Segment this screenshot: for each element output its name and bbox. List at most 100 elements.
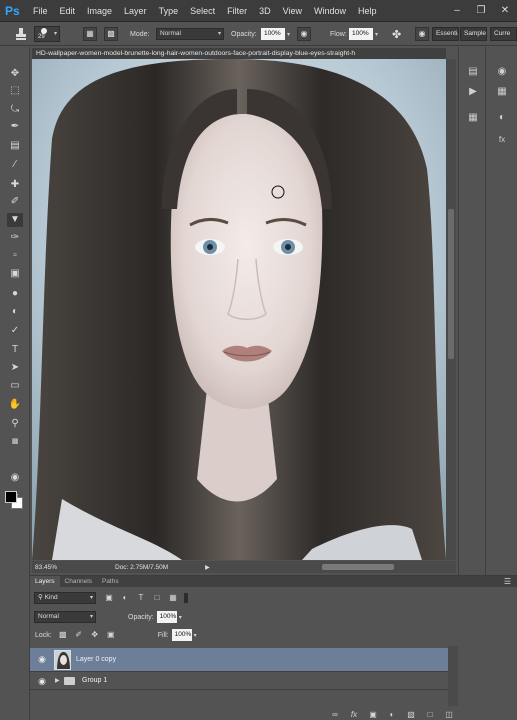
adjustment-layer-icon[interactable]: ◐ (387, 710, 397, 720)
zoom-level[interactable]: 83.45% (35, 564, 81, 571)
add-mask-icon[interactable]: ▣ (368, 710, 378, 720)
toggle-clone-source-icon[interactable]: ▩ (104, 27, 118, 41)
pressure-opacity-icon[interactable]: ◉ (297, 27, 311, 41)
filter-type-icon[interactable]: T (136, 593, 146, 603)
tab-layers[interactable]: Layers (30, 576, 60, 587)
path-selection-tool-icon[interactable]: ➤ (7, 361, 23, 375)
hand-tool-icon[interactable]: ✋ (7, 398, 23, 412)
zoom-tool-icon[interactable]: ⚲ (7, 417, 23, 431)
fill-input[interactable]: 100% (171, 629, 192, 641)
workspace-current-button[interactable]: Curre (490, 27, 517, 41)
blur-tool-icon[interactable]: ● (7, 287, 23, 301)
lock-position-icon[interactable]: ✥ (90, 630, 100, 640)
filter-toggle-icon[interactable] (184, 593, 188, 603)
layers-scrollbar[interactable] (448, 646, 458, 706)
eye-icon[interactable]: ◉ (37, 676, 47, 686)
menu-edit[interactable]: Edit (60, 6, 76, 16)
rectangle-tool-icon[interactable]: ▭ (7, 379, 23, 393)
menu-3d[interactable]: 3D (259, 6, 271, 16)
chevron-down-icon[interactable]: ▾ (375, 31, 378, 38)
layer-name[interactable]: Group 1 (82, 672, 107, 690)
workspace-samples-button[interactable]: Samples (460, 27, 487, 41)
menu-select[interactable]: Select (190, 6, 215, 16)
menu-help[interactable]: Help (358, 6, 377, 16)
filter-adjustment-icon[interactable]: ◐ (120, 593, 130, 603)
brush-tool-icon[interactable]: ✐ (7, 195, 23, 209)
menu-view[interactable]: View (283, 6, 302, 16)
clone-source-panel-icon[interactable]: ▦ (465, 111, 481, 125)
layer-name[interactable]: Layer 0 copy (76, 648, 116, 672)
eye-icon[interactable]: ◉ (37, 654, 47, 664)
healing-brush-tool-icon[interactable]: ✚ (7, 178, 23, 192)
clone-stamp-tool-icon[interactable]: ▼ (7, 213, 23, 227)
toggle-brush-panel-icon[interactable]: ▦ (83, 27, 97, 41)
eyedropper-tool-icon[interactable]: ⁄ (7, 158, 23, 172)
quick-select-tool-icon[interactable]: ✒ (7, 120, 23, 134)
lasso-tool-icon[interactable]: ⤿ (7, 103, 23, 117)
canvas-vertical-scrollbar[interactable] (446, 59, 456, 560)
canvas-horizontal-scrollbar[interactable] (322, 564, 394, 570)
layer-style-icon[interactable]: fx (349, 710, 359, 720)
actions-panel-icon[interactable]: ▶ (465, 85, 481, 99)
workspace-essentials-button[interactable]: Essentials (432, 27, 459, 41)
adjustments-panel-icon[interactable]: ◐ (494, 111, 510, 125)
restore-icon[interactable]: ❐ (473, 3, 489, 18)
dodge-tool-icon[interactable]: ◐ (7, 305, 23, 319)
styles-panel-icon[interactable]: fx (494, 133, 510, 147)
minimize-icon[interactable]: – (449, 3, 465, 18)
move-tool-icon[interactable]: ✥ (7, 67, 23, 81)
blend-mode-dropdown[interactable]: Normal ▾ (34, 611, 96, 623)
menu-image[interactable]: Image (87, 6, 112, 16)
clone-stamp-preset-icon[interactable] (14, 26, 28, 42)
menu-file[interactable]: File (33, 6, 48, 16)
menu-window[interactable]: Window (314, 6, 346, 16)
expand-arrow-icon[interactable]: ▶ (55, 672, 60, 690)
menu-type[interactable]: Type (159, 6, 179, 16)
pen-tool-icon[interactable]: ✓ (7, 324, 23, 338)
new-layer-icon[interactable]: □ (425, 710, 435, 720)
swatches-panel-icon[interactable]: ▦ (494, 85, 510, 99)
chevron-down-icon[interactable]: ▾ (194, 632, 197, 639)
lock-image-icon[interactable]: ✐ (74, 630, 84, 640)
airbrush-icon[interactable]: ✤ (392, 28, 401, 41)
status-menu-arrow-icon[interactable]: ▶ (205, 564, 210, 571)
pressure-size-icon[interactable]: ◉ (415, 27, 429, 41)
opacity-input[interactable]: 100% (261, 28, 285, 40)
mode-dropdown[interactable]: Normal ▾ (156, 28, 224, 40)
scrollbar-thumb[interactable] (448, 209, 454, 359)
tab-channels[interactable]: Channels (60, 576, 97, 587)
link-layers-icon[interactable]: ∞ (330, 710, 340, 720)
history-panel-icon[interactable]: ▤ (465, 65, 481, 79)
brush-size-preview[interactable]: 29 ▾ (34, 26, 60, 42)
history-brush-tool-icon[interactable]: ✑ (7, 231, 23, 245)
chevron-down-icon[interactable]: ▾ (287, 31, 290, 38)
eraser-tool-icon[interactable]: ▫ (7, 249, 23, 263)
filter-shape-icon[interactable]: □ (152, 593, 162, 603)
new-group-icon[interactable]: ▧ (406, 710, 416, 720)
menu-layer[interactable]: Layer (124, 6, 147, 16)
type-tool-icon[interactable]: T (7, 343, 23, 357)
chevron-down-icon[interactable]: ▾ (179, 614, 182, 621)
color-panel-icon[interactable]: ◉ (494, 65, 510, 79)
marquee-tool-icon[interactable]: ⬚ (7, 84, 23, 98)
flow-input[interactable]: 100% (349, 28, 373, 40)
layer-row-group-1[interactable]: ◉ ▶ Group 1 (30, 672, 448, 690)
quick-mask-icon[interactable]: ◉ (7, 471, 23, 485)
panel-menu-icon[interactable]: ☰ (504, 576, 511, 587)
filter-kind-dropdown[interactable]: ⚲ Kind ▾ (34, 592, 96, 604)
lock-all-icon[interactable]: ▣ (106, 630, 116, 640)
gradient-tool-icon[interactable]: ▣ (7, 267, 23, 281)
delete-layer-icon[interactable]: ◫ (444, 710, 454, 720)
filter-smart-object-icon[interactable]: ▦ (168, 593, 178, 603)
crop-tool-icon[interactable]: ▤ (7, 139, 23, 153)
menu-filter[interactable]: Filter (227, 6, 247, 16)
filter-pixel-icon[interactable]: ▣ (104, 593, 114, 603)
foreground-color-swatch[interactable] (5, 491, 17, 503)
document-tab[interactable]: HD-wallpaper-women-model-brunette-long-h… (32, 48, 446, 59)
layer-opacity-input[interactable]: 100% (156, 611, 177, 623)
close-icon[interactable]: ✕ (497, 3, 513, 18)
default-colors-icon[interactable]: ▩ (7, 435, 23, 449)
image-canvas[interactable] (32, 59, 446, 560)
lock-transparent-icon[interactable]: ▩ (58, 630, 68, 640)
tab-paths[interactable]: Paths (97, 576, 124, 587)
